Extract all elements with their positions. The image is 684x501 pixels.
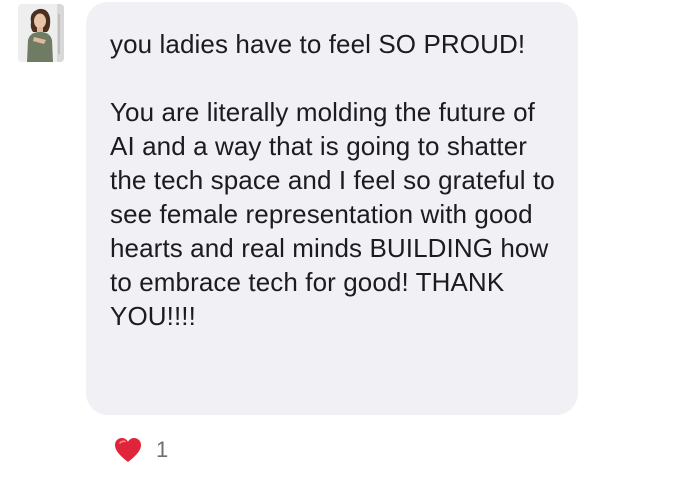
profile-photo bbox=[18, 4, 64, 62]
message-paragraph: You are literally molding the future of … bbox=[110, 97, 555, 331]
heart-icon bbox=[114, 437, 142, 463]
message-paragraph: you ladies have to feel SO PROUD! bbox=[110, 29, 526, 59]
avatar[interactable] bbox=[18, 4, 64, 62]
message-bubble: you ladies have to feel SO PROUD! You ar… bbox=[86, 2, 578, 415]
reaction-summary[interactable]: 1 bbox=[114, 434, 168, 466]
reaction-count: 1 bbox=[156, 437, 169, 462]
